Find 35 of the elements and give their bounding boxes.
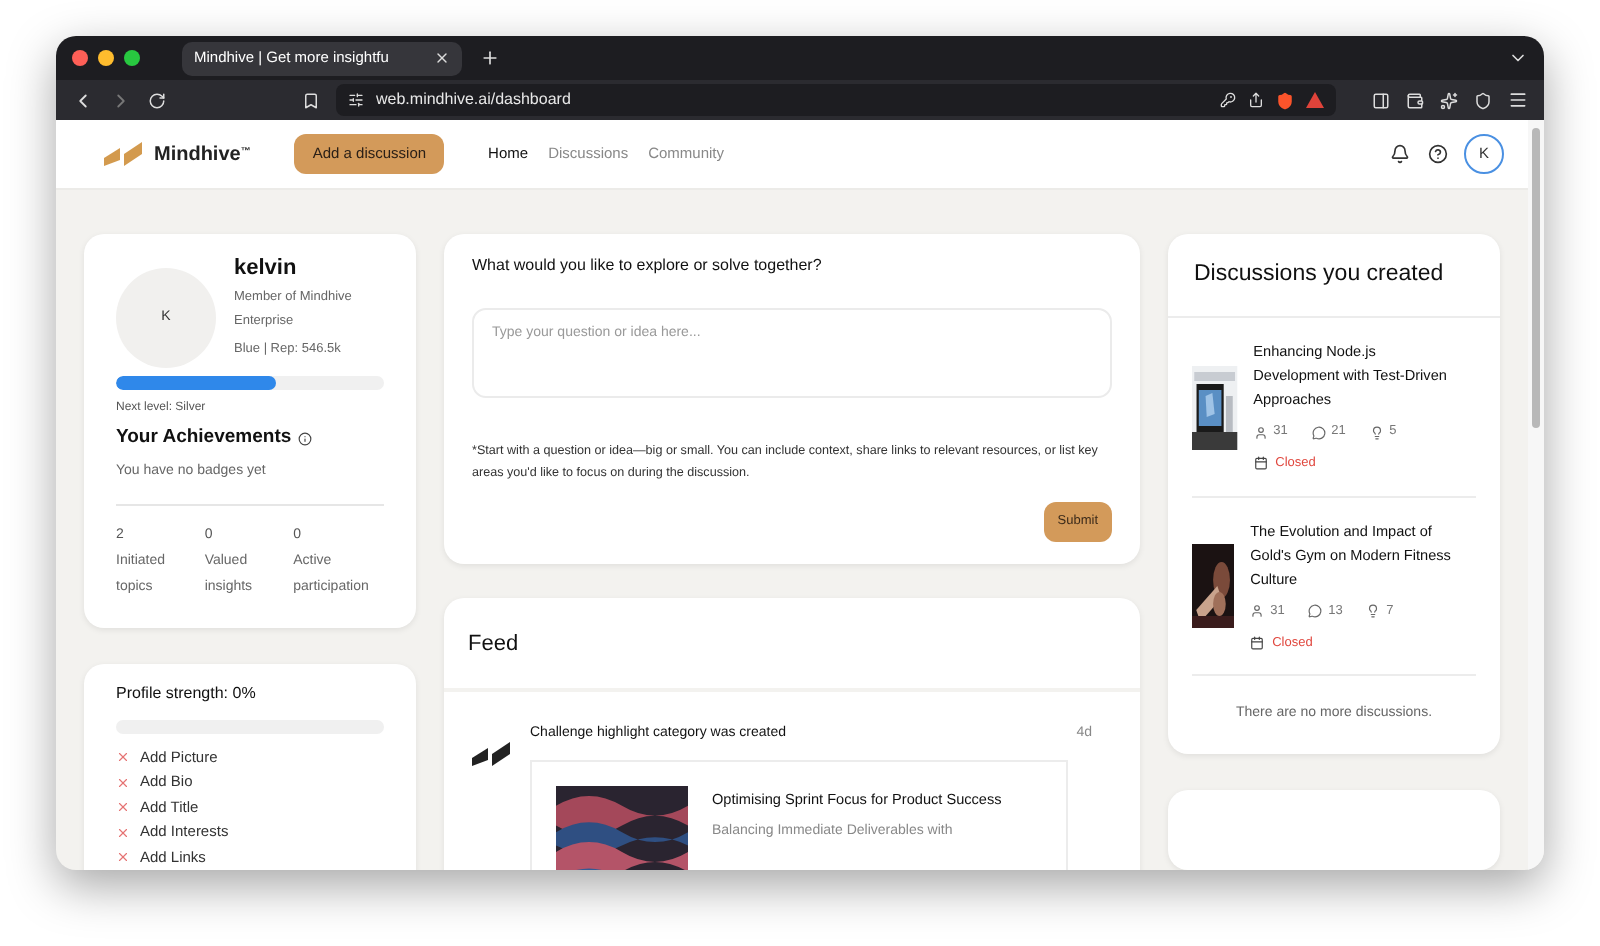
brand-name[interactable]: Mindhive$^{™}$ xyxy=(154,139,251,169)
profile-name: kelvin xyxy=(234,254,299,282)
wallet-icon[interactable] xyxy=(1406,91,1424,109)
person-icon xyxy=(1253,425,1268,440)
reload-icon[interactable] xyxy=(148,91,166,109)
achievements-title: Your Achievements xyxy=(116,424,292,452)
logo-icon xyxy=(472,741,512,765)
help-icon[interactable] xyxy=(1428,144,1448,164)
address-bar[interactable]: web.mindhive.ai/dashboard xyxy=(336,84,1336,116)
new-tab-icon[interactable] xyxy=(480,48,500,68)
lightbulb-icon xyxy=(1366,604,1381,619)
share-icon[interactable] xyxy=(1248,92,1264,108)
calendar-icon xyxy=(1253,456,1268,471)
logo-icon xyxy=(104,142,144,166)
comment-icon xyxy=(1308,604,1323,619)
close-icon[interactable] xyxy=(434,50,450,66)
bookmark-icon[interactable] xyxy=(302,91,320,109)
info-icon[interactable] xyxy=(297,431,312,446)
menu-icon[interactable] xyxy=(1508,90,1528,110)
triangle-icon[interactable] xyxy=(1306,92,1324,108)
feed-title: Feed xyxy=(444,598,1140,691)
discussions-title: Discussions you created xyxy=(1168,234,1500,319)
calendar-icon xyxy=(1250,635,1265,650)
bell-icon[interactable] xyxy=(1390,144,1410,164)
sparkles-icon[interactable] xyxy=(1440,91,1458,109)
person-icon xyxy=(1250,604,1265,619)
shield-icon[interactable] xyxy=(1276,91,1294,109)
lightbulb-icon xyxy=(1369,425,1384,440)
site-settings-icon[interactable] xyxy=(348,92,364,108)
sidebar-icon[interactable] xyxy=(1372,91,1390,109)
comment-icon xyxy=(1311,425,1326,440)
composer-question: What would you like to explore or solve together? xyxy=(472,254,824,278)
scrollbar[interactable] xyxy=(1532,128,1540,428)
profile-strength-title: Profile strength: 0% xyxy=(116,682,258,707)
key-icon[interactable] xyxy=(1220,92,1236,108)
